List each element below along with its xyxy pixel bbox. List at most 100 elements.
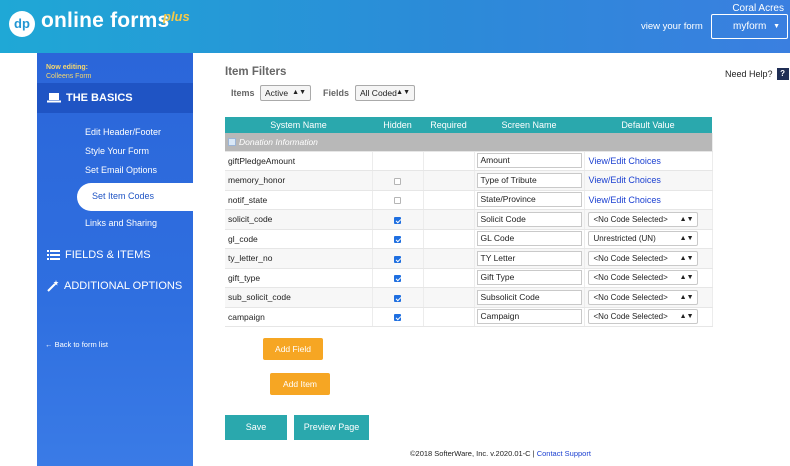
table-row: notif_state State/Province View/Edit Choic… <box>225 190 713 210</box>
table-row: memory_honor Type of Tribute View/Edit Cho… <box>225 170 713 191</box>
screen-name-input[interactable]: Campaign <box>476 309 582 325</box>
fields-filter-select[interactable]: All Coded ▲▼ <box>355 85 415 101</box>
sidebar-item-style-your-form[interactable]: Style Your Form <box>85 146 149 156</box>
required-cell <box>423 190 475 210</box>
sidebar-item-links-and-sharing[interactable]: Links and Sharing <box>85 218 157 228</box>
need-help-link[interactable]: Need Help? ? <box>725 68 789 80</box>
sidebar-item-set-item-codes[interactable]: Set Item Codes <box>77 183 193 211</box>
column-header-system-name: System Name <box>225 117 372 133</box>
column-header-required: Required <box>423 117 474 133</box>
default-value-cell: <No Code Selected> ▲▼ <box>584 209 713 230</box>
system-name-cell: memory_honor <box>225 170 373 191</box>
screen-name-input[interactable]: Amount <box>476 153 582 169</box>
sidebar-item-edit-header-footer[interactable]: Edit Header/Footer <box>85 127 161 137</box>
section-additional-options[interactable]: ADDITIONAL OPTIONS <box>47 280 182 292</box>
laptop-icon <box>47 93 61 103</box>
default-value-select[interactable]: <No Code Selected> ▲▼ <box>587 270 698 286</box>
required-cell <box>423 307 475 327</box>
logo-text: online forms <box>41 9 170 32</box>
screen-name-cell: Gift Type <box>474 268 585 288</box>
default-value-cell: View/Edit Choices <box>584 170 713 191</box>
view-edit-choices-link[interactable]: View/Edit Choices <box>585 175 661 185</box>
default-value-cell: <No Code Selected> ▲▼ <box>584 287 713 308</box>
hidden-checkbox[interactable] <box>394 314 401 321</box>
contact-support-link[interactable]: Contact Support <box>537 449 591 458</box>
sidebar: Now editing: Colleens Form THE BASICS Ed… <box>37 53 193 466</box>
screen-name-input[interactable]: Solicit Code <box>476 211 582 227</box>
section-the-basics-title: THE BASICS <box>47 92 133 104</box>
default-value-text: <No Code Selected> <box>593 292 668 302</box>
hidden-cell <box>372 268 424 288</box>
hidden-checkbox[interactable] <box>394 236 401 243</box>
magic-wand-icon <box>47 280 59 292</box>
add-field-button[interactable]: Add Field <box>263 338 323 360</box>
required-cell <box>423 151 475 171</box>
default-value-select[interactable]: Unrestricted (UN) ▲▼ <box>587 231 698 247</box>
chevron-down-icon: ▲▼ <box>679 313 694 321</box>
hidden-cell <box>372 248 424 269</box>
screen-name-input[interactable]: State/Province <box>476 192 582 208</box>
screen-name-cell: Solicit Code <box>474 209 585 230</box>
need-help-label: Need Help? <box>725 69 773 79</box>
hidden-checkbox[interactable] <box>394 275 401 282</box>
hidden-checkbox[interactable] <box>394 294 401 302</box>
screen-name-input[interactable]: Subsolicit Code <box>476 289 582 305</box>
chevron-down-icon: ▲▼ <box>679 215 694 223</box>
items-filter-select[interactable]: Active ▲▼ <box>260 85 311 101</box>
chevron-down-icon: ▲▼ <box>679 235 694 243</box>
default-value-select[interactable]: <No Code Selected> ▲▼ <box>587 211 698 227</box>
folder-icon <box>228 137 236 146</box>
table-row: gift_type Gift Type <No Code Selected> ▲▼ <box>225 268 713 288</box>
hidden-cell <box>372 229 424 249</box>
column-header-hidden: Hidden <box>372 117 423 133</box>
sidebar-item-set-email-options[interactable]: Set Email Options <box>85 165 157 175</box>
default-value-select[interactable]: <No Code Selected> ▲▼ <box>587 250 698 266</box>
system-name-cell: gl_code <box>225 229 373 249</box>
default-value-text: <No Code Selected> <box>593 312 668 322</box>
items-filter-value: Active <box>265 88 289 98</box>
view-form-link[interactable]: view your form <box>641 21 703 32</box>
save-button[interactable]: Save <box>225 415 287 440</box>
section-fields-items[interactable]: FIELDS & ITEMS <box>47 249 151 261</box>
hidden-cell <box>372 170 424 191</box>
default-value-cell: <No Code Selected> ▲▼ <box>584 268 713 288</box>
system-name-cell: giftPledgeAmount <box>225 151 373 171</box>
default-value-cell: View/Edit Choices <box>584 151 713 171</box>
system-name-cell: solicit_code <box>225 209 373 230</box>
screen-name-input[interactable]: Gift Type <box>476 270 582 286</box>
screen-name-input[interactable]: TY Letter <box>476 250 582 266</box>
hidden-cell <box>372 190 424 210</box>
default-value-select[interactable]: <No Code Selected> ▲▼ <box>587 289 698 305</box>
hidden-checkbox[interactable] <box>394 216 401 224</box>
item-codes-table: System Name Hidden Required Screen Name … <box>225 117 713 327</box>
preview-page-button[interactable]: Preview Page <box>294 415 369 440</box>
hidden-checkbox[interactable] <box>394 255 401 263</box>
hidden-cell <box>372 307 424 327</box>
chevron-down-icon: ▲▼ <box>292 89 306 96</box>
screen-name-cell: Type of Tribute <box>474 170 585 191</box>
table-header-row: System Name Hidden Required Screen Name … <box>225 117 712 133</box>
fields-filter-value: All Coded <box>360 88 397 98</box>
default-value-text: <No Code Selected> <box>593 273 668 283</box>
default-value-select[interactable]: <No Code Selected> ▲▼ <box>587 309 698 325</box>
screen-name-cell: GL Code <box>474 229 585 249</box>
view-edit-choices-link[interactable]: View/Edit Choices <box>585 156 661 166</box>
screen-name-cell: Subsolicit Code <box>474 287 585 308</box>
back-to-form-list-link[interactable]: ← Back to form list <box>45 340 108 349</box>
hidden-cell <box>372 151 424 171</box>
section-the-basics[interactable]: THE BASICS <box>37 83 193 113</box>
add-item-button[interactable]: Add Item <box>270 373 330 395</box>
hidden-checkbox[interactable] <box>394 177 401 185</box>
required-cell <box>423 287 475 308</box>
screen-name-input[interactable]: Type of Tribute <box>476 172 582 188</box>
table-row: ty_letter_no TY Letter <No Code Selected> ▲… <box>225 248 713 269</box>
form-selector[interactable]: myform ▼ <box>711 14 788 39</box>
view-edit-choices-link[interactable]: View/Edit Choices <box>585 195 661 205</box>
screen-name-input[interactable]: GL Code <box>476 231 582 247</box>
screen-name-cell: State/Province <box>474 190 585 210</box>
hidden-checkbox[interactable] <box>394 197 401 204</box>
screen-name-cell: Amount <box>474 151 585 171</box>
sidebar-item-set-item-codes-label: Set Item Codes <box>92 191 155 201</box>
logo-plus: plus <box>163 9 190 24</box>
table-row: sub_solicit_code Subsolicit Code <No Code … <box>225 287 713 308</box>
